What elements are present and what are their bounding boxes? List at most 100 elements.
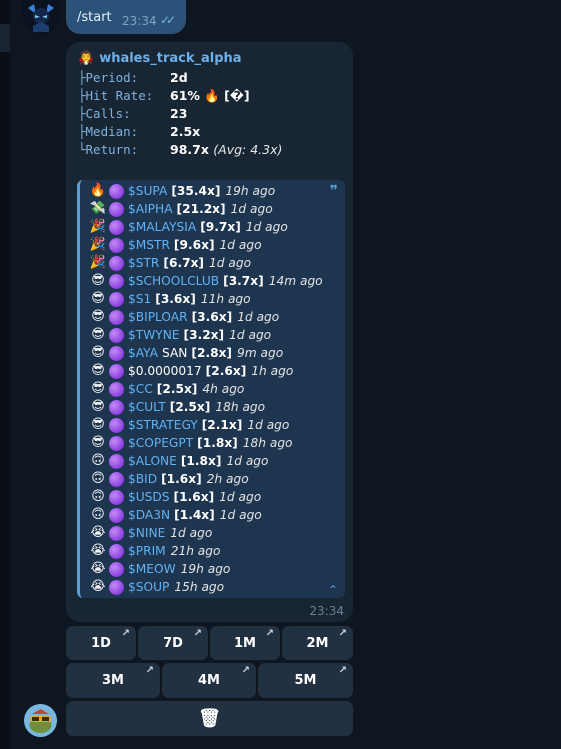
purple-circle-icon <box>109 309 124 325</box>
token-symbol-link[interactable]: $ALONE <box>128 452 177 470</box>
multiplier: [35.4x] <box>171 184 221 198</box>
token-symbol-link[interactable]: $SCHOOLCLUB <box>128 272 219 290</box>
call-row: 🎉 $MALAYSIA [9.7x] 1d ago <box>89 218 323 236</box>
call-row: 😎 $CULT [2.5x] 18h ago <box>89 398 323 416</box>
token-symbol-link[interactable]: $PRIM <box>128 542 166 560</box>
token-symbol-link[interactable]: $DA3N <box>128 506 170 524</box>
multiplier: [1.8x] <box>180 454 222 468</box>
token-symbol-link[interactable]: $USDS <box>128 488 170 506</box>
time-ago: 11h ago <box>200 292 251 306</box>
link-arrow-icon: ↗ <box>338 628 347 639</box>
token-symbol-link[interactable]: $MSTR <box>128 236 170 254</box>
button-1d[interactable]: 1D ↗ <box>66 626 136 660</box>
stat-label: ├Hit Rate: <box>78 88 154 103</box>
purple-circle-icon <box>109 579 124 595</box>
token-symbol-link[interactable]: $MEOW <box>128 560 176 578</box>
button-label: 1D <box>91 635 111 651</box>
message-text: /start <box>77 10 112 25</box>
call-row: 🎉 $MSTR [9.6x] 1d ago <box>89 236 323 254</box>
time-ago: 19h ago <box>180 562 231 576</box>
multiplier: [2.8x] <box>191 346 232 360</box>
read-receipt-icon: ✓✓ <box>160 13 176 27</box>
button-label: 1M <box>234 635 256 651</box>
incoming-message[interactable]: 🧛 whales_track_alpha ├Period: 2d ├Hit Ra… <box>66 42 353 622</box>
multiplier: [3.6x] <box>155 292 196 306</box>
token-symbol-link[interactable]: $BID <box>128 470 157 488</box>
token-symbol-link[interactable]: $STRATEGY <box>128 416 198 434</box>
button-label: 5M <box>294 673 317 688</box>
call-row: 😎 $BIPLOAR [3.6x] 1d ago <box>89 308 323 326</box>
call-row: 😎 $S1 [3.6x] 11h ago <box>89 290 323 308</box>
token-symbol-link[interactable]: $CULT <box>128 398 166 416</box>
token-symbol-link[interactable]: $AIPHA <box>128 200 173 218</box>
status-emoji-icon: 🙃 <box>91 507 105 522</box>
purple-circle-icon <box>109 291 124 307</box>
calls-blockquote[interactable]: ❞ 🔥 $SUPA [35.4x] 19h ago 💸 $AIPHA [21.2x] 1d a… <box>77 180 345 598</box>
outgoing-message[interactable]: /start 23:34 ✓✓ <box>66 0 186 34</box>
purple-circle-icon <box>109 363 124 379</box>
button-7d[interactable]: 7D ↗ <box>138 626 208 660</box>
button-4m[interactable]: 4M ↗ <box>162 663 256 698</box>
token-symbol-link[interactable]: $AYA <box>128 344 158 362</box>
status-emoji-icon: 😎 <box>91 363 105 378</box>
multiplier: [21.2x] <box>176 202 226 216</box>
token-symbol-link[interactable]: $TWYNE <box>128 326 180 344</box>
multiplier: [3.2x] <box>183 328 225 342</box>
stat-label: └Return: <box>78 142 139 157</box>
token-symbol-link[interactable]: $STR <box>128 254 159 272</box>
button-1m[interactable]: 1M ↗ <box>210 626 280 660</box>
purple-circle-icon <box>109 507 124 523</box>
purple-circle-icon <box>109 417 124 433</box>
status-emoji-icon: 😎 <box>91 291 105 306</box>
stat-extra: (Avg: 4.3x) <box>213 142 283 157</box>
purple-circle-icon <box>109 399 124 415</box>
status-emoji-icon: 😎 <box>91 327 105 342</box>
frog-avatar-icon <box>24 704 57 737</box>
token-symbol-link[interactable]: $NINE <box>128 524 165 542</box>
collapse-icon[interactable]: ⌃ <box>328 583 338 597</box>
channel-title[interactable]: whales_track_alpha <box>99 51 241 66</box>
stats-block: ├Period: 2d ├Hit Rate: 61% 🔥 [�] ├Calls:… <box>78 69 282 159</box>
status-emoji-icon: 😎 <box>91 309 105 324</box>
avatar-icon <box>24 2 58 32</box>
delete-button[interactable]: 🗑 <box>66 701 353 736</box>
stat-value: 2.5x <box>170 124 201 139</box>
bot-avatar[interactable] <box>24 704 57 737</box>
stat-value: 98.7x (Avg: 4.3x) <box>170 142 283 157</box>
purple-circle-icon <box>109 201 124 217</box>
link-arrow-icon: ↗ <box>241 665 250 676</box>
stat-row-period: ├Period: 2d <box>78 69 282 87</box>
user-avatar[interactable] <box>22 0 60 34</box>
purple-circle-icon <box>109 543 124 559</box>
link-arrow-icon: ↗ <box>338 665 347 676</box>
button-3m[interactable]: 3M ↗ <box>66 663 160 698</box>
calls-list: 🔥 $SUPA [35.4x] 19h ago 💸 $AIPHA [21.2x] 1d ago… <box>89 182 323 596</box>
trash-icon: 🗑 <box>198 708 221 729</box>
stat-label: ├Period: <box>78 70 139 85</box>
call-row: 🔥 $SUPA [35.4x] 19h ago <box>89 182 323 200</box>
status-emoji-icon: 🙃 <box>91 471 105 486</box>
status-emoji-icon: 🙃 <box>91 453 105 468</box>
multiplier: [6.7x] <box>163 256 204 270</box>
call-row: 😎 $STRATEGY [2.1x] 1d ago <box>89 416 323 434</box>
token-symbol-link[interactable]: $SOUP <box>128 578 169 596</box>
stat-row-calls: ├Calls: 23 <box>78 105 282 123</box>
purple-circle-icon <box>109 327 124 343</box>
token-symbol-link[interactable]: $SUPA <box>128 182 167 200</box>
token-symbol-link[interactable]: $CC <box>128 380 153 398</box>
token-symbol-link[interactable]: $COPEGPT <box>128 434 193 452</box>
time-ago: 21h ago <box>170 544 221 558</box>
status-emoji-icon: 🎉 <box>89 237 107 252</box>
token-symbol-link[interactable]: $MALAYSIA <box>128 218 196 236</box>
button-2m[interactable]: 2M ↗ <box>282 626 353 660</box>
status-emoji-icon: 🎉 <box>89 219 107 234</box>
card-header: 🧛 whales_track_alpha <box>78 51 242 66</box>
button-label: 7D <box>163 635 183 651</box>
button-5m[interactable]: 5M ↗ <box>258 663 353 698</box>
status-emoji-icon: 🔥 <box>89 183 107 198</box>
time-ago: 14m ago <box>268 274 323 288</box>
token-symbol-link[interactable]: $S1 <box>128 290 151 308</box>
call-row: 🙃 $ALONE [1.8x] 1d ago <box>89 452 323 470</box>
time-ago: 1d ago <box>229 328 272 342</box>
token-symbol-link[interactable]: $BIPLOAR <box>128 308 188 326</box>
